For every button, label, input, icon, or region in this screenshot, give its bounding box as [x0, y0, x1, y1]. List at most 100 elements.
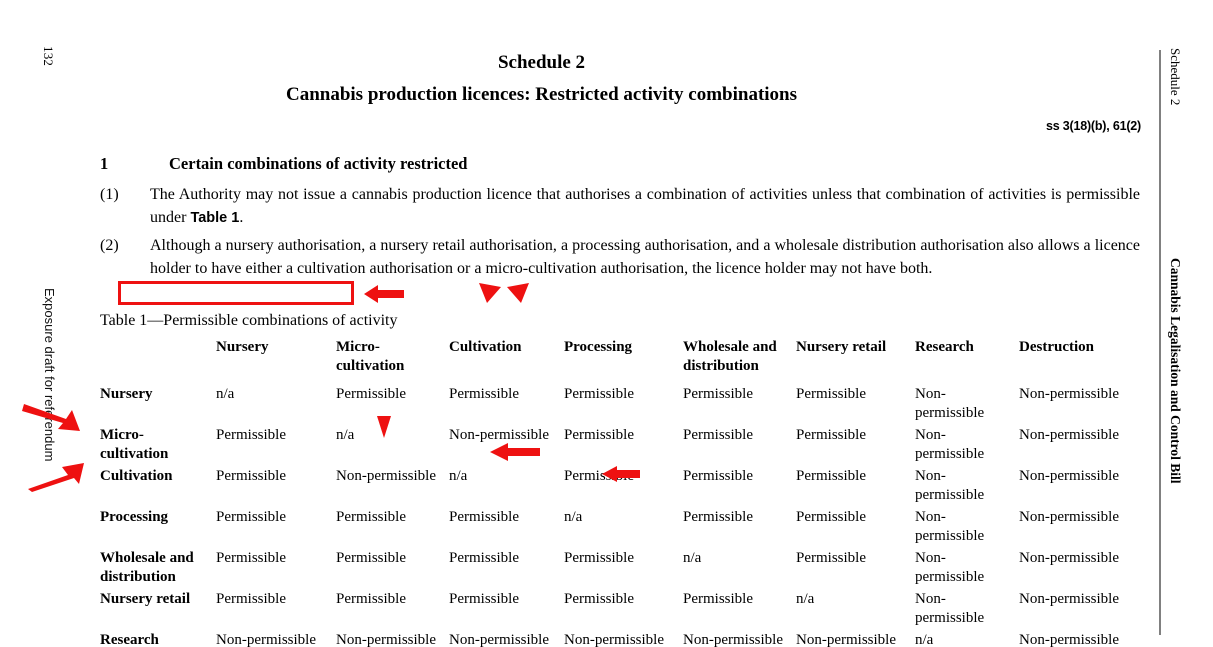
exposure-draft-watermark: Exposure draft for referendum	[42, 288, 57, 462]
table-cell: n/a	[449, 468, 468, 484]
table-cell: Permissible	[796, 550, 866, 566]
page-title: Schedule 2	[497, 52, 586, 73]
permissible-combinations-table: Nursery Micro-cultivation Cultivation Pr…	[100, 338, 1131, 647]
table-row: Nursery retail Permissible Permissible Perm…	[100, 590, 1131, 631]
table-cell: Permissible	[564, 386, 634, 402]
table-cell: Permissible	[216, 509, 286, 525]
subclause-1-number: (1)	[100, 186, 119, 203]
table-corner-cell	[100, 338, 216, 385]
table-cell: Permissible	[683, 509, 753, 525]
arrowhead-pair-right-of-box	[477, 281, 533, 305]
table-cell: Non-permissible	[1019, 386, 1119, 402]
table-cell: Permissible	[796, 509, 866, 525]
table-cell: Permissible	[796, 468, 866, 484]
section-reference: ss 3(18)(b), 61(2)	[1045, 119, 1141, 133]
table-cell: Non-permissible	[1019, 427, 1119, 443]
table-cell: Non-permissible	[449, 632, 549, 647]
table-cell: n/a	[915, 632, 934, 647]
table-cell: Non-permissible	[915, 468, 985, 503]
row-header: Nursery	[100, 386, 153, 402]
arrow-margin-upper	[22, 400, 84, 434]
column-header-nursery: Nursery	[216, 339, 269, 355]
table-cell: Non-permissible	[564, 632, 664, 647]
subclause-1-text-after: .	[239, 208, 244, 226]
clause-heading-text: Certain combinations of activity restric…	[169, 154, 468, 173]
table-row: Nursery n/a Permissible Permissible Permissi…	[100, 385, 1131, 426]
table-cell: Permissible	[796, 427, 866, 443]
table-cell: n/a	[564, 509, 583, 525]
table-cell: Permissible	[449, 509, 519, 525]
arrow-margin-lower	[26, 459, 88, 493]
table-cell: Non-permissible	[915, 591, 985, 626]
column-header-micro-cultivation: Micro-cultivation	[336, 339, 405, 374]
row-header: Cultivation	[100, 468, 173, 484]
row-header: Micro-cultivation	[100, 427, 169, 462]
column-header-nursery-retail: Nursery retail	[796, 339, 887, 355]
subclause-1-text-before: The Authority may not issue a cannabis p…	[150, 186, 1140, 226]
table-cell: Permissible	[216, 468, 286, 484]
table-cell: Permissible	[336, 550, 406, 566]
subclause-2-number: (2)	[100, 237, 119, 254]
table-cell: Permissible	[336, 509, 406, 525]
right-margin-rule	[1159, 50, 1161, 635]
arrow-left-processing-na	[600, 464, 642, 484]
table-cell: Non-permissible	[336, 632, 436, 647]
table-cell: Non-permissible	[1019, 632, 1119, 647]
table-body: Nursery n/a Permissible Permissible Permissi…	[100, 385, 1131, 647]
column-header-processing: Processing	[564, 339, 633, 355]
table-cell: Non-permissible	[915, 509, 985, 544]
table-cell: Non-permissible	[915, 427, 985, 462]
table-cell: n/a	[216, 386, 235, 402]
table-cell: Permissible	[216, 550, 286, 566]
clause-number: 1	[100, 154, 109, 173]
row-header: Nursery retail	[100, 591, 191, 607]
table-cell: Permissible	[683, 386, 753, 402]
table-cell: Permissible	[564, 550, 634, 566]
table-cell: Permissible	[216, 427, 286, 443]
table-cell: Non-permissible	[1019, 550, 1119, 566]
table-cell: Permissible	[796, 386, 866, 402]
table-cell: Non-permissible	[336, 468, 436, 484]
table-cell: Non-permissible	[915, 550, 985, 585]
table-header-row: Nursery Micro-cultivation Cultivation Pr…	[100, 338, 1131, 385]
page-subtitle: Cannabis production licences: Restricted…	[285, 84, 798, 105]
column-header-cultivation: Cultivation	[449, 339, 522, 355]
row-header: Research	[100, 632, 159, 647]
table-cell: Non-permissible	[796, 632, 896, 647]
table-cell: n/a	[796, 591, 815, 607]
table-cell: Permissible	[564, 591, 634, 607]
clause-heading: 1 Certain combinations of activity restri…	[100, 154, 467, 174]
table-cell: Non-permissible	[216, 632, 316, 647]
subclause-2: (2) Although a nursery authorisation, a …	[100, 235, 1140, 280]
table-row: Processing Permissible Permissible Permissi…	[100, 508, 1131, 549]
column-header-destruction: Destruction	[1019, 339, 1094, 355]
running-header-schedule: Schedule 2	[1168, 48, 1183, 106]
table-cell: Permissible	[683, 427, 753, 443]
highlight-box-holder-may-not-have-both	[118, 281, 354, 305]
table-cell: Permissible	[449, 386, 519, 402]
table-cell: Permissible	[449, 550, 519, 566]
table-cell: Permissible	[683, 468, 753, 484]
row-header: Processing	[100, 509, 169, 525]
column-header-wholesale-and-distribution: Wholesale and distribution	[683, 339, 777, 374]
arrow-left-cultivation-na	[488, 441, 542, 463]
row-header: Wholesale and distribution	[100, 550, 194, 585]
table-row: Wholesale and distribution Permissible Per…	[100, 549, 1131, 590]
arrow-to-highlight-box	[362, 283, 406, 305]
table-cell: Non-permissible	[1019, 591, 1119, 607]
subclause-1-text: The Authority may not issue a cannabis p…	[150, 184, 1140, 229]
subclause-1: (1) The Authority may not issue a cannab…	[100, 184, 1140, 229]
table-cell: Permissible	[216, 591, 286, 607]
table-cell: n/a	[683, 550, 702, 566]
table-cell: Non-permissible	[915, 386, 985, 421]
running-header-bill-title: Cannabis Legalisation and Control Bill	[1168, 258, 1183, 484]
table-row: Research Non-permissible Non-permissible No…	[100, 631, 1131, 647]
table-cell: Non-permissible	[683, 632, 783, 647]
arrow-down-micro-cultivation	[374, 414, 394, 440]
table-row: Micro-cultivation Permissible n/a Non-permi…	[100, 426, 1131, 467]
table-cell: Non-permissible	[1019, 509, 1119, 525]
table-cell: Permissible	[683, 591, 753, 607]
table-1-reference: Table 1	[190, 209, 240, 226]
subclause-2-text: Although a nursery authorisation, a nurs…	[150, 237, 1140, 277]
table-cell: Permissible	[564, 427, 634, 443]
